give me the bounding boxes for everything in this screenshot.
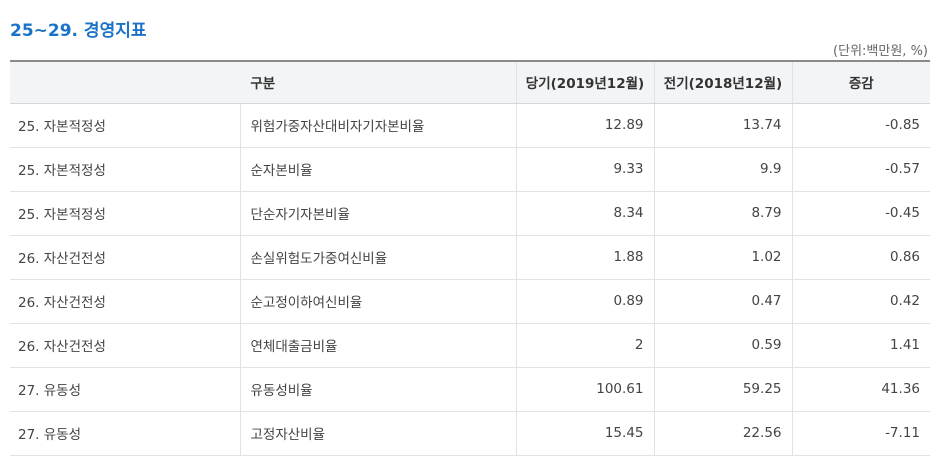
row-change-value: -0.57	[791, 147, 930, 192]
row-previous-value: 8.79	[653, 191, 792, 236]
table-row: 26. 자산건전성 순고정이하여신비율 0.89 0.47 0.42	[10, 279, 930, 324]
column-header-previous: 전기(2018년12월)	[653, 60, 792, 104]
row-item: 단순자기자본비율	[239, 191, 516, 236]
row-change-value: 0.86	[791, 235, 930, 280]
table-row: 26. 자산건전성 손실위험도가중여신비율 1.88 1.02 0.86	[10, 235, 930, 280]
management-indicators-table: 구분 당기(2019년12월) 전기(2018년12월) 증감 25. 자본적정…	[10, 60, 930, 456]
row-current-value: 12.89	[515, 103, 654, 148]
table-header-row: 구분 당기(2019년12월) 전기(2018년12월) 증감	[10, 60, 930, 104]
unit-label: (단위:백만원, %)	[833, 44, 928, 59]
row-item: 유동성비율	[239, 367, 516, 412]
row-previous-value: 9.9	[653, 147, 792, 192]
page-title: 25~29. 경영지표	[10, 21, 147, 41]
table-row: 27. 유동성 유동성비율 100.61 59.25 41.36	[10, 367, 930, 412]
row-item: 손실위험도가중여신비율	[239, 235, 516, 280]
table-row: 26. 자산건전성 연체대출금비율 2 0.59 1.41	[10, 323, 930, 368]
row-previous-value: 0.59	[653, 323, 792, 368]
row-change-value: 0.42	[791, 279, 930, 324]
row-previous-value: 0.47	[653, 279, 792, 324]
row-item: 고정자산비율	[239, 411, 516, 456]
row-current-value: 2	[515, 323, 654, 368]
row-change-value: -7.11	[791, 411, 930, 456]
row-item: 순자본비율	[239, 147, 516, 192]
row-change-value: 1.41	[791, 323, 930, 368]
row-item: 순고정이하여신비율	[239, 279, 516, 324]
row-previous-value: 1.02	[653, 235, 792, 280]
row-category: 26. 자산건전성	[10, 279, 240, 324]
row-current-value: 0.89	[515, 279, 654, 324]
row-previous-value: 22.56	[653, 411, 792, 456]
row-current-value: 15.45	[515, 411, 654, 456]
table-row: 25. 자본적정성 순자본비율 9.33 9.9 -0.57	[10, 147, 930, 192]
row-category: 26. 자산건전성	[10, 235, 240, 280]
row-current-value: 9.33	[515, 147, 654, 192]
column-header-current: 당기(2019년12월)	[515, 60, 654, 104]
column-header-change: 증감	[791, 60, 930, 104]
row-category: 25. 자본적정성	[10, 147, 240, 192]
row-change-value: -0.85	[791, 103, 930, 148]
row-change-value: -0.45	[791, 191, 930, 236]
row-previous-value: 13.74	[653, 103, 792, 148]
row-current-value: 8.34	[515, 191, 654, 236]
row-current-value: 1.88	[515, 235, 654, 280]
row-previous-value: 59.25	[653, 367, 792, 412]
row-category: 27. 유동성	[10, 367, 240, 412]
row-item: 연체대출금비율	[239, 323, 516, 368]
row-category: 27. 유동성	[10, 411, 240, 456]
column-header-category: 구분	[10, 60, 516, 104]
table-row: 27. 유동성 고정자산비율 15.45 22.56 -7.11	[10, 411, 930, 456]
table-row: 25. 자본적정성 단순자기자본비율 8.34 8.79 -0.45	[10, 191, 930, 236]
table-row: 25. 자본적정성 위험가중자산대비자기자본비율 12.89 13.74 -0.…	[10, 103, 930, 148]
row-category: 25. 자본적정성	[10, 191, 240, 236]
row-item: 위험가중자산대비자기자본비율	[239, 103, 516, 148]
row-category: 26. 자산건전성	[10, 323, 240, 368]
row-change-value: 41.36	[791, 367, 930, 412]
row-current-value: 100.61	[515, 367, 654, 412]
row-category: 25. 자본적정성	[10, 103, 240, 148]
